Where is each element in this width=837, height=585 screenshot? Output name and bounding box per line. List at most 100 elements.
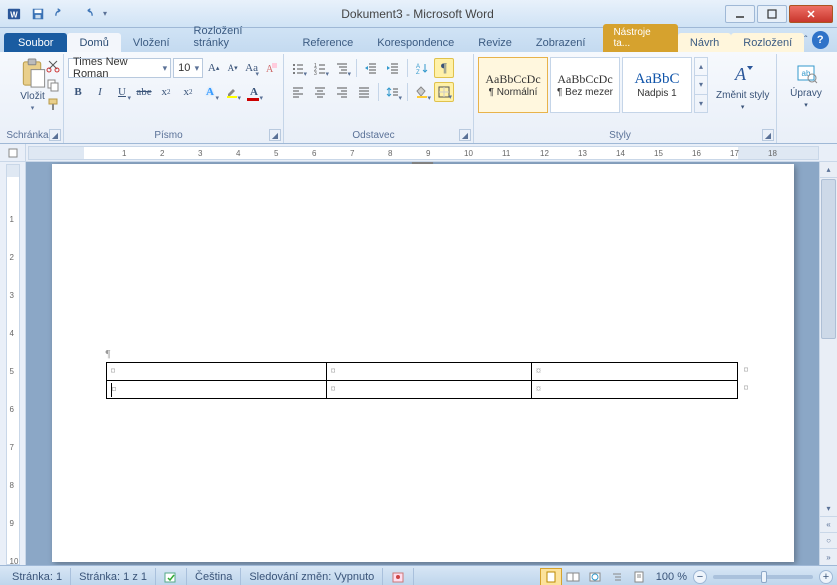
editing-dropdown[interactable]: ab Úpravy ▾ [781,62,831,109]
document-table[interactable]: ¤ ¤ ¤¤ ¤ ¤ ¤¤ [106,362,738,399]
table-cell[interactable]: ¤ [106,363,326,381]
view-fullscreen-icon[interactable] [562,568,584,585]
change-styles-button[interactable]: A Změnit styly ▾ [716,60,769,111]
table-cell[interactable]: ¤ [326,363,531,381]
style-heading1[interactable]: AaBbC Nadpis 1 [622,57,692,113]
underline-button[interactable]: U [112,82,132,102]
zoom-handle[interactable] [761,571,767,583]
shading-icon[interactable] [412,82,432,102]
close-button[interactable] [789,5,833,23]
align-left-icon[interactable] [288,82,308,102]
table-row[interactable]: ¤ ¤ ¤¤ [106,381,737,399]
group-paragraph-label: Odstavec [284,130,463,141]
view-draft-icon[interactable] [628,568,650,585]
paragraph-mark: ¶ [106,348,740,360]
zoom-label[interactable]: 100 % [656,571,687,583]
status-page[interactable]: Stránka: 1 [4,568,71,585]
bold-button[interactable]: B [68,82,88,102]
minimize-button[interactable] [725,5,755,23]
tab-view[interactable]: Zobrazení [524,33,598,52]
change-case-icon[interactable]: Aa [243,58,260,78]
status-trackchanges[interactable]: Sledování změn: Vypnuto [241,568,383,585]
font-launcher-icon[interactable]: ◢ [269,129,281,141]
show-marks-icon[interactable]: ¶ [434,58,454,78]
clipboard-launcher-icon[interactable]: ◢ [49,129,61,141]
subscript-button[interactable]: x2 [156,82,176,102]
cut-icon[interactable] [45,58,61,74]
minimize-ribbon-icon[interactable]: ˆ [804,35,807,46]
sort-icon[interactable]: AZ [412,58,432,78]
scroll-up-icon[interactable]: ▴ [820,162,837,178]
increase-indent-icon[interactable] [383,58,403,78]
browse-prev-icon[interactable]: « [820,517,837,533]
zoom-out-button[interactable]: − [693,570,707,584]
undo-icon[interactable] [52,4,72,24]
font-name-combo[interactable]: Times New Roman [68,58,171,78]
horizontal-ruler[interactable]: 123456789101112131415161718 [28,146,819,160]
grow-font-icon[interactable]: A▴ [205,58,222,78]
format-painter-icon[interactable] [45,96,61,112]
styles-gallery-scroll[interactable]: ▴▾▾ [694,57,708,113]
align-center-icon[interactable] [310,82,330,102]
table-cell[interactable]: ¤ [106,381,326,399]
browse-next-icon[interactable]: » [820,549,837,565]
status-pages[interactable]: Stránka: 1 z 1 [71,568,156,585]
style-nospacing[interactable]: AaBbCcDc ¶ Bez mezer [550,57,620,113]
vertical-ruler[interactable]: 12345678910 [6,164,20,565]
line-spacing-icon[interactable] [383,82,403,102]
browse-select-icon[interactable]: ○ [820,533,837,549]
tab-pagelayout[interactable]: Rozložení stránky [182,21,291,52]
copy-icon[interactable] [45,77,61,93]
multilevel-list-icon[interactable] [332,58,352,78]
tab-layout[interactable]: Rozložení [731,33,804,52]
ruler-corner[interactable] [0,144,26,161]
redo-icon[interactable] [76,4,96,24]
save-icon[interactable] [28,4,48,24]
borders-icon[interactable] [434,82,454,102]
table-cell[interactable]: ¤ [326,381,531,399]
italic-button[interactable]: I [90,82,110,102]
clear-formatting-icon[interactable]: A [262,58,279,78]
table-cell[interactable]: ¤¤ [532,363,737,381]
paragraph-launcher-icon[interactable]: ◢ [459,129,471,141]
zoom-slider[interactable] [713,575,813,579]
status-proofing[interactable] [156,568,187,585]
view-outline-icon[interactable] [606,568,628,585]
tab-references[interactable]: Reference [290,33,365,52]
word-app-icon[interactable]: W [4,4,24,24]
status-language[interactable]: Čeština [187,568,241,585]
style-normal[interactable]: AaBbCcDc ¶ Normální [478,57,548,113]
view-web-icon[interactable] [584,568,606,585]
table-cell[interactable]: ¤¤ [532,381,737,399]
qat-customize-icon[interactable]: ▾ [100,4,110,24]
tab-file[interactable]: Soubor [4,33,67,52]
justify-icon[interactable] [354,82,374,102]
decrease-indent-icon[interactable] [361,58,381,78]
strikethrough-button[interactable]: abe [134,82,154,102]
scroll-thumb[interactable] [821,179,836,339]
table-row[interactable]: ¤ ¤ ¤¤ [106,363,737,381]
text-effects-icon[interactable]: A [200,82,220,102]
status-macro[interactable] [383,568,414,585]
view-printlayout-icon[interactable] [540,568,562,585]
tab-insert[interactable]: Vložení [121,33,182,52]
styles-launcher-icon[interactable]: ◢ [762,129,774,141]
numbering-icon[interactable]: 123 [310,58,330,78]
align-right-icon[interactable] [332,82,352,102]
document-viewport[interactable]: ▀▀▀ ¶ ¤ ¤ ¤¤ ¤ ¤ ¤¤ [26,162,819,565]
font-color-icon[interactable]: A [244,82,264,102]
help-button[interactable]: ? [812,31,829,49]
shrink-font-icon[interactable]: A▾ [224,58,241,78]
scroll-down-icon[interactable]: ▾ [820,501,837,517]
tab-home[interactable]: Domů [67,33,120,52]
superscript-button[interactable]: x2 [178,82,198,102]
zoom-in-button[interactable]: + [819,570,833,584]
tab-review[interactable]: Revize [466,33,524,52]
tab-mailings[interactable]: Korespondence [365,33,466,52]
font-size-combo[interactable]: 10 [173,58,203,78]
vertical-scrollbar[interactable]: ▴ ▾ « ○ » [819,162,837,565]
maximize-button[interactable] [757,5,787,23]
tab-design[interactable]: Návrh [678,33,731,52]
bullets-icon[interactable] [288,58,308,78]
highlight-icon[interactable] [222,82,242,102]
